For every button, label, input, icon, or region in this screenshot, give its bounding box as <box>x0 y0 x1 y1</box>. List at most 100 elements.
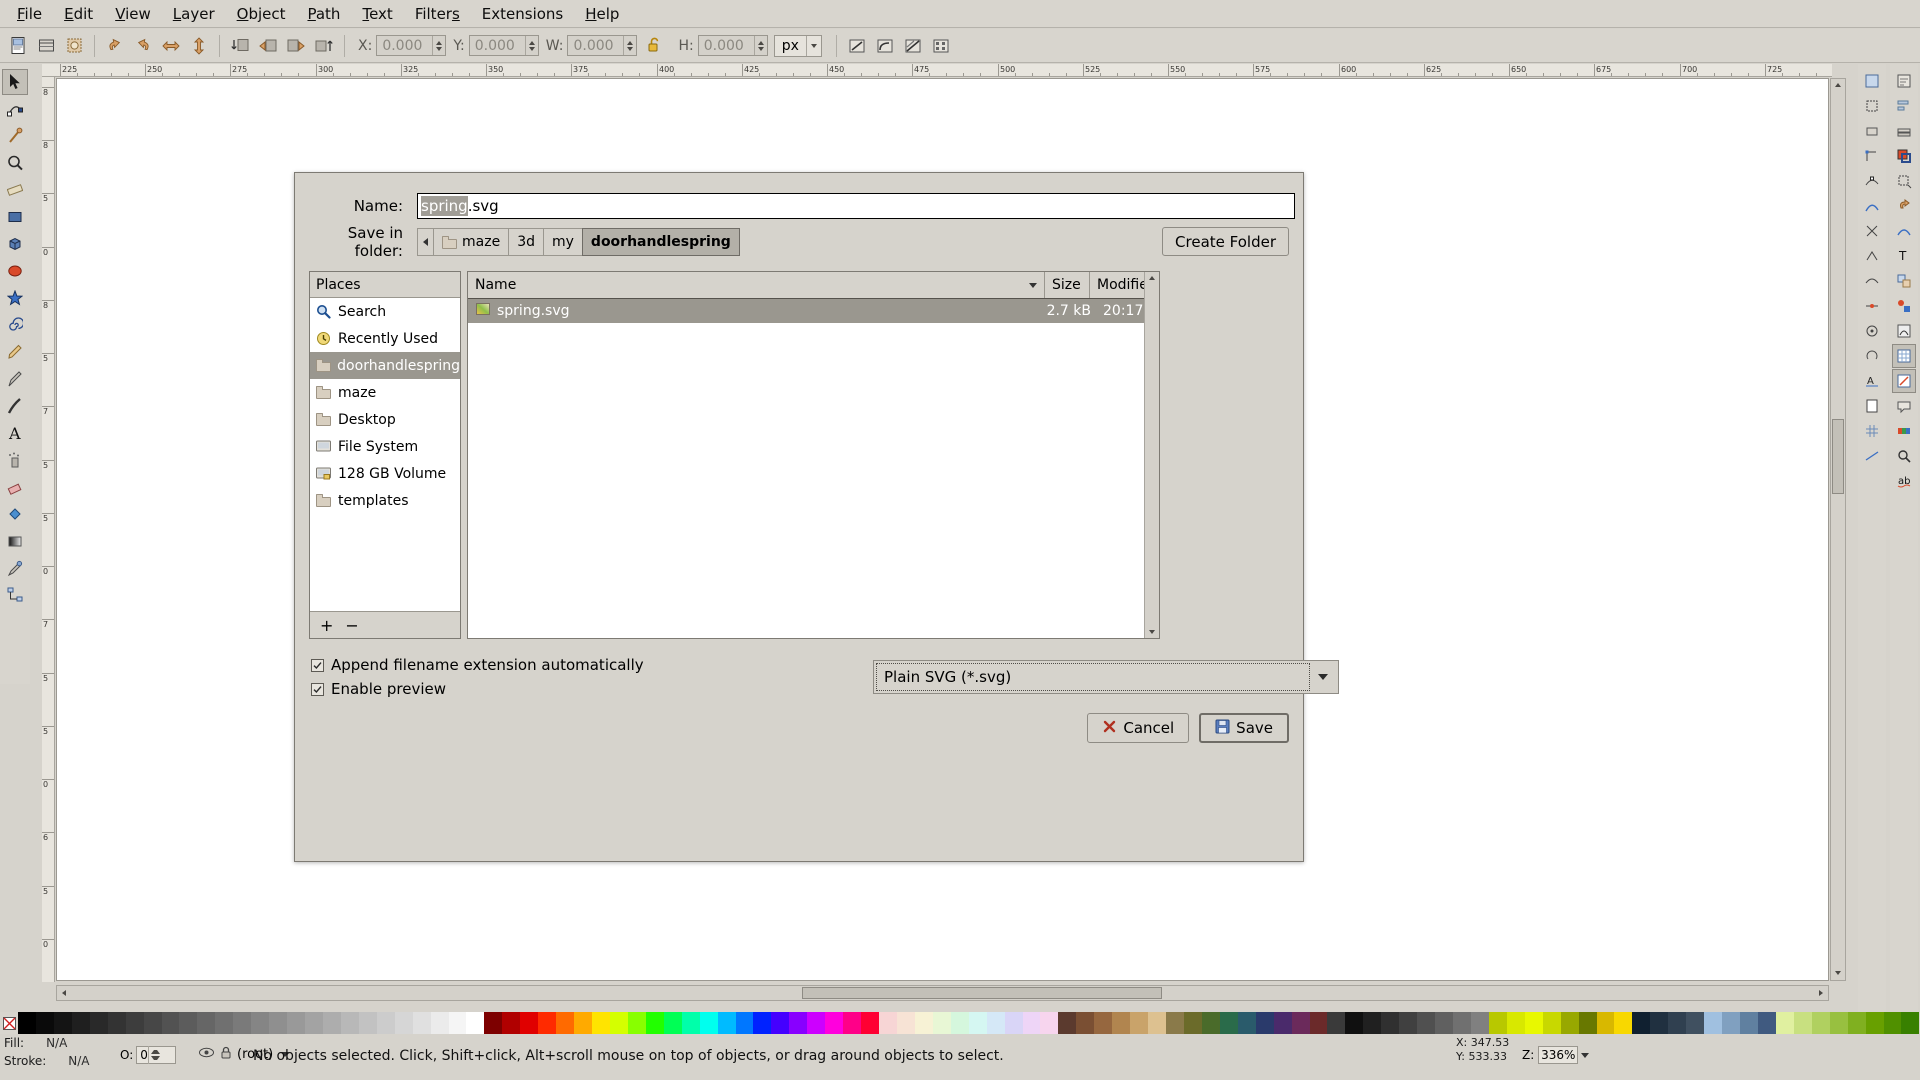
lower-to-bottom-icon[interactable] <box>227 33 253 59</box>
x-stepper[interactable] <box>432 36 446 55</box>
unit-selector[interactable]: px <box>773 34 822 57</box>
palette-swatch[interactable] <box>574 1012 592 1034</box>
palette-swatch[interactable] <box>1058 1012 1077 1034</box>
checkbox-box[interactable] <box>311 682 324 696</box>
connector-tool-icon[interactable] <box>2 582 28 608</box>
snap-bbox-edge-icon[interactable] <box>1860 119 1884 143</box>
palette-swatch[interactable] <box>502 1012 521 1034</box>
palette-swatch[interactable] <box>143 1012 162 1034</box>
palette-swatch[interactable] <box>1201 1012 1220 1034</box>
fill-stroke-icon[interactable] <box>1892 144 1916 168</box>
affect-gradients-icon[interactable] <box>900 33 926 59</box>
ellipse-tool-icon[interactable] <box>2 258 28 284</box>
y-coordinate-input[interactable]: 0.000 <box>468 35 539 56</box>
h-stepper[interactable] <box>753 36 767 55</box>
palette-swatch[interactable] <box>269 1012 288 1034</box>
palette-swatch[interactable] <box>663 1012 682 1034</box>
palette-swatch[interactable] <box>1237 1012 1256 1034</box>
palette-swatch[interactable] <box>1506 1012 1525 1034</box>
horizontal-scroll-thumb[interactable] <box>802 987 1162 999</box>
scroll-down-arrow-icon[interactable] <box>1832 967 1844 979</box>
palette-swatch[interactable] <box>1435 1012 1453 1034</box>
breadcrumb-item-doorhandlespring[interactable]: doorhandlespring <box>581 228 740 256</box>
no-color-swatch[interactable] <box>0 1012 18 1034</box>
transform-icon[interactable] <box>1892 169 1916 193</box>
palette-swatch[interactable] <box>1811 1012 1830 1034</box>
palette-swatch[interactable] <box>1022 1012 1041 1034</box>
opacity-stepper[interactable] <box>147 1046 160 1064</box>
palette-swatch[interactable] <box>430 1012 449 1034</box>
chevron-down-icon[interactable] <box>805 35 821 56</box>
palette-swatch[interactable] <box>1757 1012 1776 1034</box>
flip-vertical-icon[interactable] <box>186 33 212 59</box>
palette-swatch[interactable] <box>986 1012 1005 1034</box>
palette-swatch[interactable] <box>932 1012 951 1034</box>
place-item-desktop[interactable]: Desktop <box>310 406 460 433</box>
path-effects-icon[interactable] <box>1892 219 1916 243</box>
palette-swatch[interactable] <box>1740 1012 1758 1034</box>
palette-swatch[interactable] <box>1614 1012 1633 1034</box>
palette-swatch[interactable] <box>125 1012 144 1034</box>
checkbox-append-filename[interactable]: Append filename extension automatically <box>311 653 644 677</box>
palette-swatch[interactable] <box>1793 1012 1812 1034</box>
pen-tool-icon[interactable] <box>2 366 28 392</box>
symbols-icon[interactable] <box>1892 294 1916 318</box>
text-style-icon[interactable]: T <box>1892 244 1916 268</box>
create-folder-button[interactable]: Create Folder <box>1162 227 1289 256</box>
palette-swatch[interactable] <box>71 1012 90 1034</box>
pencil-tool-icon[interactable] <box>2 339 28 365</box>
breadcrumb-item-3d[interactable]: 3d <box>508 228 543 256</box>
preferences-icon[interactable] <box>1892 369 1916 393</box>
undo-history-icon[interactable] <box>1892 194 1916 218</box>
snap-enable-icon[interactable] <box>1860 69 1884 93</box>
palette-swatch[interactable] <box>825 1012 844 1034</box>
palette-swatch[interactable] <box>1327 1012 1346 1034</box>
menu-item-extensions[interactable]: Extensions <box>471 3 574 25</box>
cancel-button[interactable]: Cancel <box>1087 713 1190 743</box>
palette-swatch[interactable] <box>1363 1012 1382 1034</box>
bucket-tool-icon[interactable] <box>2 501 28 527</box>
palette-swatch[interactable] <box>376 1012 395 1034</box>
palette-swatch[interactable] <box>753 1012 772 1034</box>
affect-patterns-icon[interactable] <box>928 33 954 59</box>
snap-center-icon[interactable] <box>1860 319 1884 343</box>
file-list-scrollbar[interactable] <box>1144 272 1159 638</box>
flip-horizontal-icon[interactable] <box>158 33 184 59</box>
height-input[interactable]: 0.000 <box>697 35 768 56</box>
snap-bbox-icon[interactable] <box>1860 94 1884 118</box>
file-row[interactable]: spring.svg 2.7 kB 20:17 <box>468 299 1159 323</box>
palette-swatch[interactable] <box>1722 1012 1740 1034</box>
palette-swatch[interactable] <box>789 1012 808 1034</box>
breadcrumb-item-my[interactable]: my <box>542 228 582 256</box>
remove-place-button[interactable]: − <box>345 616 358 635</box>
place-item-templates[interactable]: templates <box>310 487 460 514</box>
snap-node-icon[interactable] <box>1860 169 1884 193</box>
palette-swatch[interactable] <box>699 1012 718 1034</box>
snap-bbox-corner-icon[interactable] <box>1860 144 1884 168</box>
palette-swatch[interactable] <box>161 1012 180 1034</box>
palette-swatch[interactable] <box>1076 1012 1095 1034</box>
palette-swatch[interactable] <box>879 1012 897 1034</box>
save-button[interactable]: Save <box>1199 713 1289 743</box>
menu-item-layer[interactable]: Layer <box>162 3 226 25</box>
raise-icon[interactable] <box>283 33 309 59</box>
palette-swatch[interactable] <box>1865 1012 1884 1034</box>
rectangle-tool-icon[interactable] <box>2 204 28 230</box>
box3d-tool-icon[interactable] <box>2 231 28 257</box>
width-input[interactable]: 0.000 <box>567 35 638 56</box>
palette-swatch[interactable] <box>609 1012 628 1034</box>
w-stepper[interactable] <box>623 36 637 55</box>
palette-swatch[interactable] <box>412 1012 431 1034</box>
lock-open-icon[interactable] <box>641 33 667 59</box>
filename-input[interactable]: spring .svg <box>417 193 1295 219</box>
gradient-tool-icon[interactable] <box>2 528 28 554</box>
palette-swatch[interactable] <box>1309 1012 1328 1034</box>
palette-swatch[interactable] <box>1381 1012 1400 1034</box>
column-header-name[interactable]: Name <box>468 272 1045 298</box>
palette-swatch[interactable] <box>950 1012 969 1034</box>
palette-swatch[interactable] <box>1775 1012 1794 1034</box>
checkbox-box[interactable] <box>311 658 324 672</box>
palette-swatch[interactable] <box>807 1012 826 1034</box>
palette-swatch[interactable] <box>287 1012 305 1034</box>
snap-cusp-icon[interactable] <box>1860 244 1884 268</box>
